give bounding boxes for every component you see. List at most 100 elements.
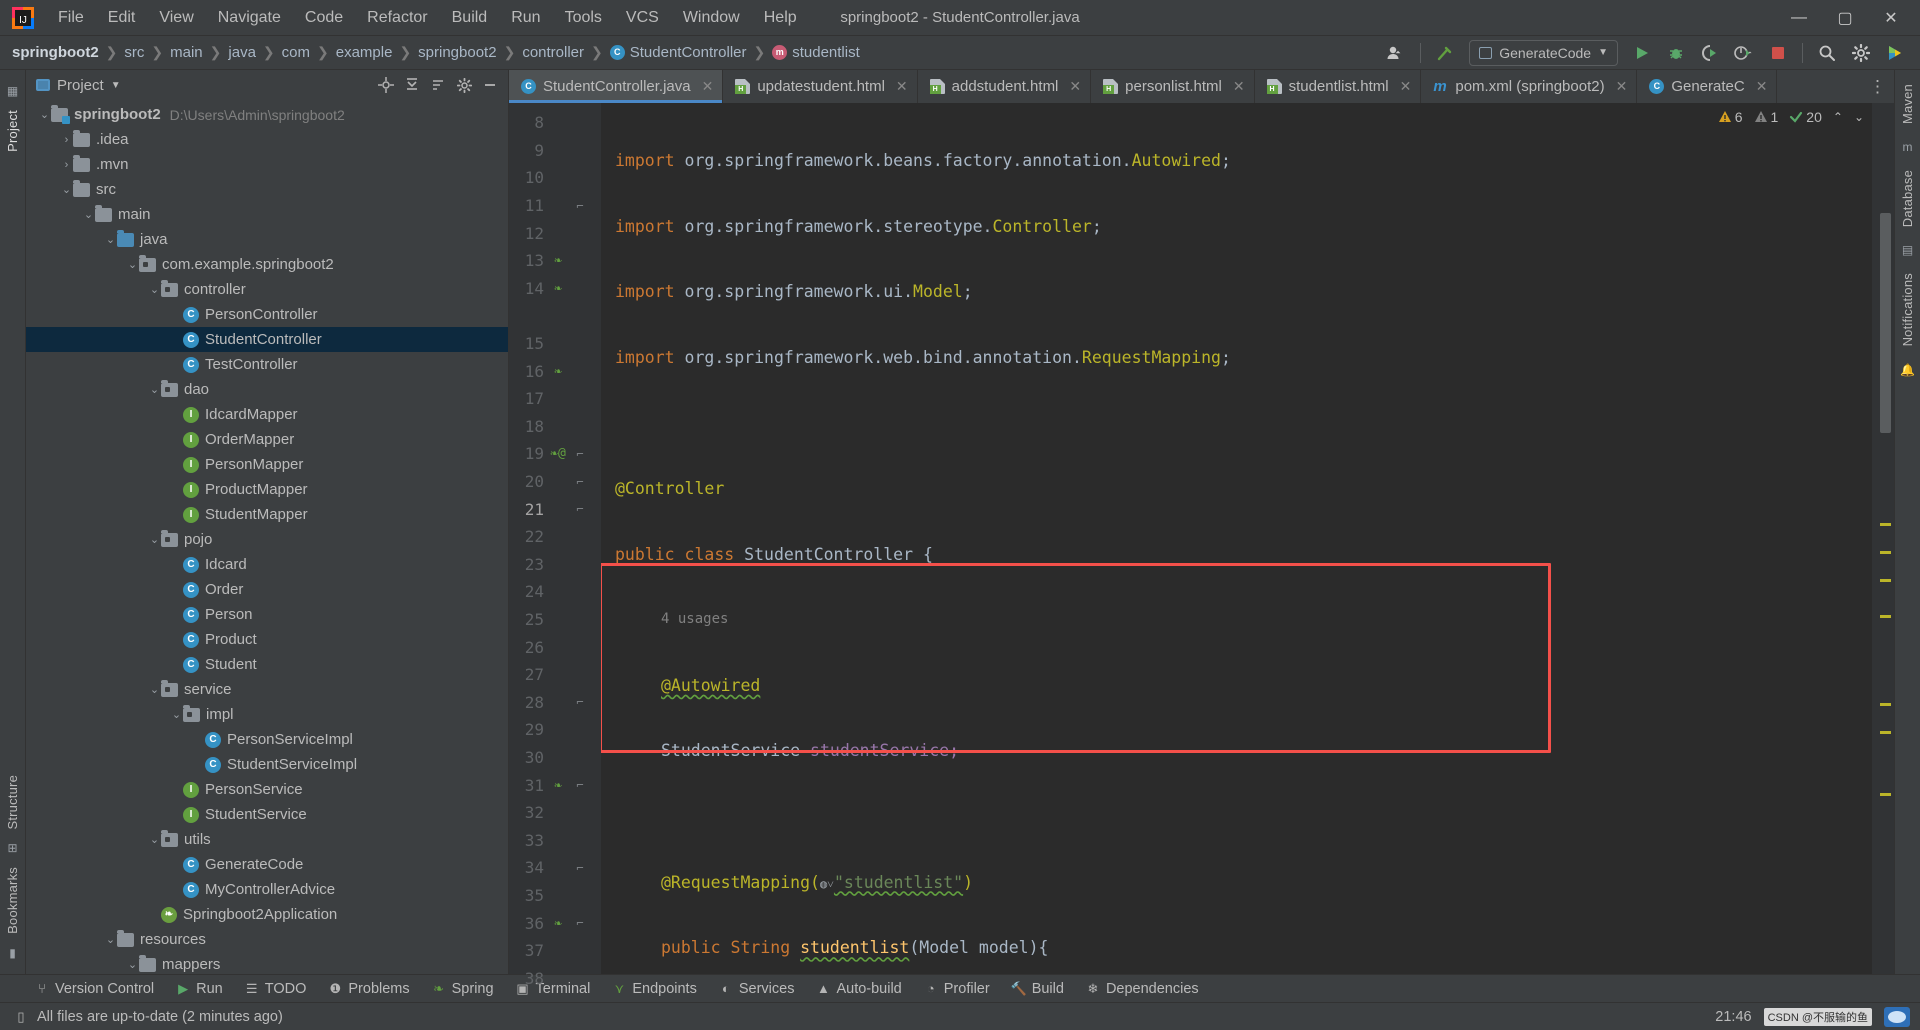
tree-node-studentserviceimpl[interactable]: ›CStudentServiceImpl [26,752,508,777]
expand-arrow-icon[interactable]: ⌄ [148,833,161,846]
sidebar-item-structure[interactable]: Structure [2,769,23,836]
expand-arrow-icon[interactable]: ⌄ [148,683,161,696]
tree-node-studentcontroller[interactable]: ›CStudentController [26,327,508,352]
expand-arrow-icon[interactable]: ⌄ [148,283,161,296]
tree-node-src[interactable]: ⌄ src [26,177,508,202]
close-icon[interactable]: ✕ [1400,78,1412,95]
error-count[interactable]: 6 [1718,109,1743,125]
inspection-widget[interactable]: 6 1 20 ⌃ ⌄ [1718,109,1864,125]
sidebar-item-database[interactable]: Database [1897,164,1918,233]
breadcrumb-springboot2[interactable]: springboot2 [12,44,99,61]
sidebar-item-notifications[interactable]: Notifications [1897,267,1918,352]
expand-arrow-icon[interactable]: › [60,159,73,171]
expand-arrow-icon[interactable]: ⌄ [170,708,183,721]
settings-icon[interactable] [452,74,476,96]
project-tree[interactable]: ⌄ springboot2 D:\Users\Admin\springboot2 ›.… [26,100,508,974]
tree-node-utils[interactable]: ⌄ utils [26,827,508,852]
bookmarks-icon[interactable]: ▮ [9,946,16,960]
tray-icon[interactable] [1884,1006,1910,1027]
system-tray[interactable] [1884,1006,1910,1027]
tabs-overflow-icon[interactable]: ⋮ [1861,70,1894,103]
tree-node-dao[interactable]: ⌄ dao [26,377,508,402]
breadcrumb-example[interactable]: example [336,44,393,61]
menu-build[interactable]: Build [440,5,500,31]
run-configuration-selector[interactable]: GenerateCode ▼ [1469,39,1618,66]
bottom-item-version-control[interactable]: ⑂ Version Control [24,978,165,1000]
tree-node--mvn[interactable]: › .mvn [26,152,508,177]
menu-navigate[interactable]: Navigate [206,5,293,31]
tree-node-java[interactable]: ⌄ java [26,227,508,252]
menu-code[interactable]: Code [293,5,355,31]
menu-edit[interactable]: Edit [96,5,148,31]
close-icon[interactable]: ✕ [1616,78,1628,95]
expand-arrow-icon[interactable]: ⌄ [82,208,95,221]
maximize-button[interactable]: ▢ [1822,1,1868,35]
structure-icon[interactable]: ⊞ [7,841,17,855]
tree-node-testcontroller[interactable]: ›CTestController [26,352,508,377]
bottom-item-todo[interactable]: ☰ TODO [234,978,318,1000]
breadcrumb-controller[interactable]: controller [522,44,584,61]
project-panel-title-group[interactable]: Project ▼ [36,77,121,94]
tree-node-mycontrolleradvice[interactable]: ›CMyControllerAdvice [26,877,508,902]
weak-warning-count[interactable]: 20 [1789,109,1822,125]
search-everywhere-icon[interactable] [1812,39,1842,67]
tree-node-personcontroller[interactable]: ›CPersonController [26,302,508,327]
profiler-icon[interactable] [1729,39,1759,67]
tree-node-controller[interactable]: ⌄ controller [26,277,508,302]
locate-icon[interactable] [374,74,398,96]
close-icon[interactable]: ✕ [1069,78,1081,95]
close-icon[interactable]: ✕ [1233,78,1245,95]
tree-node-person[interactable]: ›CPerson [26,602,508,627]
breadcrumb-com[interactable]: com [282,44,310,61]
code-text-area[interactable]: import import org.springframework.beans.… [601,103,1872,974]
expand-arrow-icon[interactable]: ⌄ [60,183,73,196]
tree-node-personmapper[interactable]: ›IPersonMapper [26,452,508,477]
close-icon[interactable]: ✕ [702,78,714,95]
hide-panel-icon[interactable] [478,74,502,96]
expand-arrow-icon[interactable]: ⌄ [104,233,117,246]
sidebar-item-project[interactable]: Project [2,104,23,158]
sidebar-item-bookmarks[interactable]: Bookmarks [2,861,23,940]
close-button[interactable]: ✕ [1868,1,1914,35]
bell-icon[interactable]: 🔔 [1900,363,1915,377]
tree-node-resources[interactable]: ⌄ resources [26,927,508,952]
breadcrumb-src[interactable]: src [124,44,144,61]
expand-arrow-icon[interactable]: › [60,134,73,146]
maven-icon[interactable]: m [1903,140,1913,154]
run-with-coverage-icon[interactable] [1695,39,1725,67]
menu-tools[interactable]: Tools [553,5,614,31]
tab-studentlist-html[interactable]: studentlist.html ✕ [1255,70,1422,103]
stop-icon[interactable] [1763,39,1793,67]
sidebar-item-maven[interactable]: Maven [1897,78,1918,130]
hammer-build-icon[interactable] [1430,39,1460,67]
bottom-item-problems[interactable]: ❶ Problems [317,978,420,1000]
tab-generatecode[interactable]: C GenerateC ✕ [1637,70,1778,103]
breadcrumb-class[interactable]: C StudentController [609,44,746,61]
tree-node-idcardmapper[interactable]: ›IIdcardMapper [26,402,508,427]
menu-run[interactable]: Run [499,5,552,31]
tab-personlist-html[interactable]: personlist.html ✕ [1091,70,1255,103]
tree-node-order[interactable]: ›COrder [26,577,508,602]
menu-window[interactable]: Window [671,5,752,31]
menu-file[interactable]: File [46,5,96,31]
user-avatar-icon[interactable] [1381,39,1411,67]
debug-icon[interactable] [1661,39,1691,67]
breadcrumb-java[interactable]: java [228,44,256,61]
tree-node-productmapper[interactable]: ›IProductMapper [26,477,508,502]
tree-node-product[interactable]: ›CProduct [26,627,508,652]
close-icon[interactable]: ✕ [1756,78,1768,95]
tree-node-idcard[interactable]: ›CIdcard [26,552,508,577]
warning-count[interactable]: 1 [1754,109,1778,125]
expand-arrow-icon[interactable]: ⌄ [38,108,51,121]
editor-gutter[interactable]: 8 9 10 11 ⌐ 12 13 ❧ 14 ❧ 15 16 ❧ 17 18 19 ❧@ ⌐… [509,103,601,988]
minimize-button[interactable]: — [1776,1,1822,35]
expand-arrow-icon[interactable]: ⌄ [126,958,139,971]
tree-node-personservice[interactable]: ›IPersonService [26,777,508,802]
expand-arrow-icon[interactable]: ⌄ [104,933,117,946]
tree-node-main[interactable]: ⌄ main [26,202,508,227]
tab-pom-xml[interactable]: m pom.xml (springboot2) ✕ [1421,70,1638,103]
tree-node-mappers[interactable]: ⌄ mappers [26,952,508,974]
collapse-all-icon[interactable] [400,74,424,96]
expand-arrow-icon[interactable]: ⌄ [126,258,139,271]
bottom-item-spring[interactable]: ❧ Spring [421,978,505,1000]
